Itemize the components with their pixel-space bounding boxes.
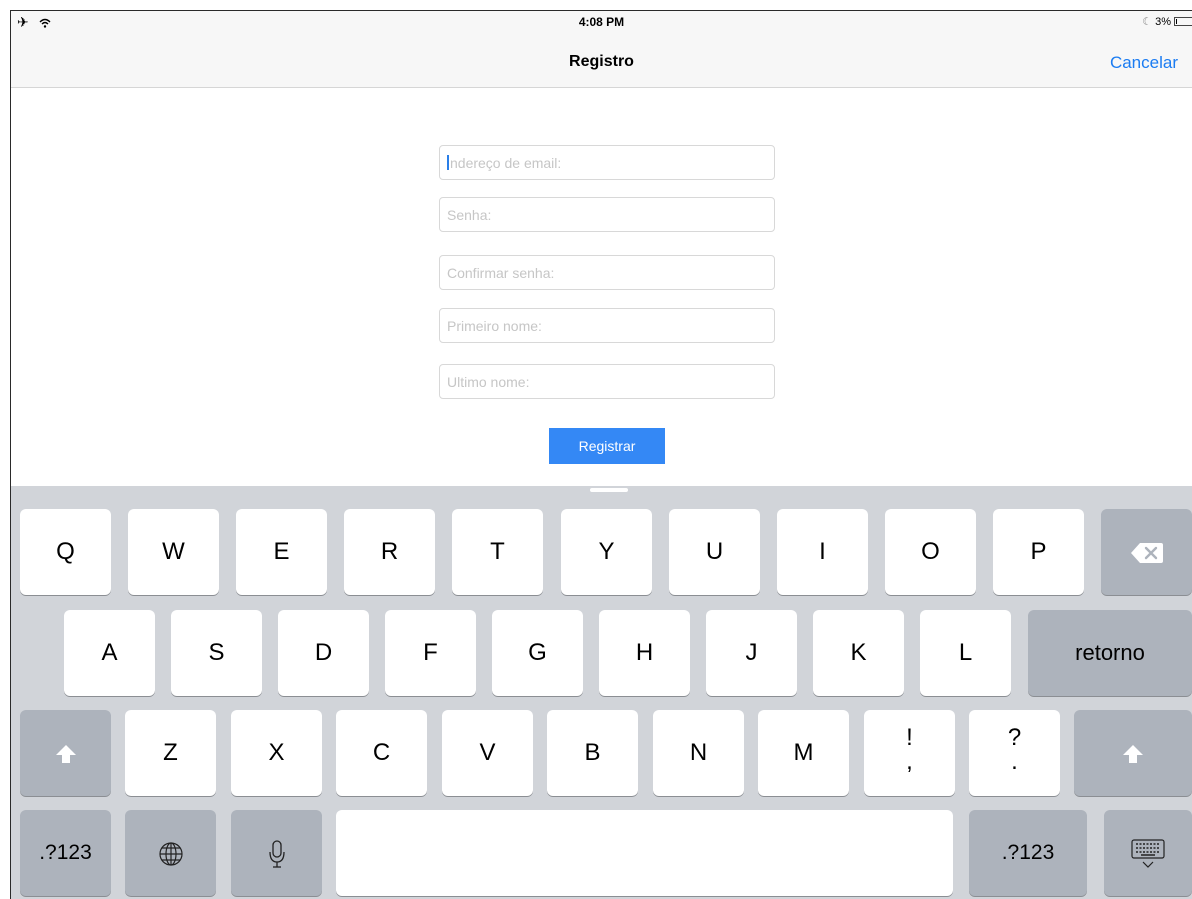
page-title: Registro (569, 53, 634, 70)
key-a[interactable]: A (64, 610, 155, 696)
key-w[interactable]: W (128, 509, 219, 595)
key-m[interactable]: M (758, 710, 849, 796)
status-battery-area: ☾ 3% (1142, 15, 1192, 28)
key-question-period[interactable]: ? . (969, 710, 1060, 796)
key-r[interactable]: R (344, 509, 435, 595)
key-g[interactable]: G (492, 610, 583, 696)
key-comma-label: , (906, 748, 913, 775)
email-placeholder: ndereço de email: (450, 155, 562, 171)
key-u[interactable]: U (669, 509, 760, 595)
battery-icon (1174, 17, 1192, 26)
key-l[interactable]: L (920, 610, 1011, 696)
key-i[interactable]: I (777, 509, 868, 595)
status-bar: ✈ 4:08 PM ☾ 3% (11, 11, 1192, 33)
key-d[interactable]: D (278, 610, 369, 696)
key-z[interactable]: Z (125, 710, 216, 796)
email-field[interactable]: ndereço de email: (439, 145, 775, 180)
microphone-icon (268, 840, 285, 868)
key-question-label: ? (1007, 724, 1022, 751)
shift-key-left[interactable] (20, 710, 111, 796)
dictation-key[interactable] (231, 810, 322, 896)
key-f[interactable]: F (385, 610, 476, 696)
shift-icon (55, 744, 76, 763)
key-v[interactable]: V (442, 710, 533, 796)
key-exclamation-label: ! (906, 724, 913, 751)
navigation-bar: Registro Cancelar (11, 33, 1192, 88)
key-q[interactable]: Q (20, 509, 111, 595)
status-time: 4:08 PM (578, 15, 625, 29)
battery-percent: 3% (1155, 15, 1171, 28)
text-cursor (447, 155, 449, 170)
key-n[interactable]: N (653, 710, 744, 796)
keyboard: Q W E R T Y U I O P A S D F G H J K L re… (11, 486, 1192, 899)
return-key[interactable]: retorno (1028, 610, 1192, 696)
keyboard-dismiss-icon (1131, 839, 1165, 868)
key-e[interactable]: E (236, 509, 327, 595)
key-t[interactable]: T (452, 509, 543, 595)
last-name-field[interactable]: Ultimo nome: (439, 364, 775, 399)
globe-icon (158, 842, 183, 866)
key-o[interactable]: O (885, 509, 976, 595)
key-y[interactable]: Y (561, 509, 652, 595)
backspace-icon (1130, 542, 1163, 563)
key-k[interactable]: K (813, 610, 904, 696)
key-b[interactable]: B (547, 710, 638, 796)
first-name-field[interactable]: Primeiro nome: (439, 308, 775, 343)
key-h[interactable]: H (599, 610, 690, 696)
numbers-key-right[interactable]: .?123 (969, 810, 1087, 896)
key-j[interactable]: J (706, 610, 797, 696)
confirm-password-field[interactable]: Confirmar senha: (439, 255, 775, 290)
shift-icon (1123, 744, 1143, 763)
key-c[interactable]: C (336, 710, 427, 796)
space-bar[interactable] (336, 810, 953, 896)
key-s[interactable]: S (171, 610, 262, 696)
key-period-label: . (1011, 748, 1018, 775)
dismiss-keyboard-key[interactable] (1104, 810, 1192, 896)
register-button[interactable]: Registrar (549, 428, 665, 464)
password-field[interactable]: Senha: (439, 197, 775, 232)
cancel-button[interactable]: Cancelar (1110, 53, 1178, 73)
key-x[interactable]: X (231, 710, 322, 796)
moon-icon: ☾ (1142, 16, 1153, 28)
key-p[interactable]: P (993, 509, 1084, 595)
key-exclamation-comma[interactable]: ! , (864, 710, 955, 796)
globe-key[interactable] (125, 810, 216, 896)
keyboard-handle (590, 488, 628, 492)
numbers-key-left[interactable]: .?123 (20, 810, 111, 896)
device-screen: ✈ 4:08 PM ☾ 3% Registro Cancelar ndereço… (10, 10, 1192, 899)
backspace-key[interactable] (1101, 509, 1192, 595)
shift-key-right[interactable] (1074, 710, 1192, 796)
